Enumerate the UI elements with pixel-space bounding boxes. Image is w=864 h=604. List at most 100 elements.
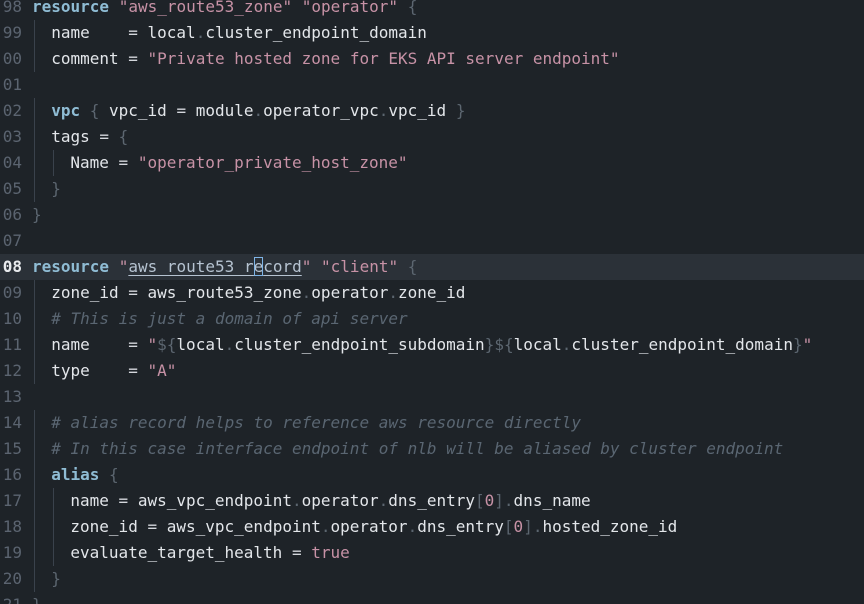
code-text[interactable]: type = "A" <box>51 358 176 384</box>
line-number: 04 <box>2 153 22 172</box>
code-line[interactable]: 11 name = "${local.cluster_endpoint_subdo… <box>0 332 864 358</box>
code-token: name <box>70 491 109 510</box>
code-text[interactable]: name = local.cluster_endpoint_domain <box>51 20 427 46</box>
line-number: 20 <box>2 569 22 588</box>
code-token: cluster_endpoint_domain <box>571 335 793 354</box>
code-line[interactable]: 14 # alias record helps to reference aws … <box>0 410 864 436</box>
code-token: { <box>89 101 100 120</box>
code-line[interactable]: 21} <box>0 592 864 604</box>
line-number: 05 <box>2 179 22 198</box>
indent-guide <box>53 488 55 514</box>
line-number: 06 <box>2 205 22 224</box>
code-text[interactable]: name = aws_vpc_endpoint.operator.dns_ent… <box>70 488 590 514</box>
code-text[interactable]: alias { <box>51 462 118 488</box>
code-token: . <box>320 517 331 536</box>
code-token: . <box>253 101 264 120</box>
code-line[interactable]: 01 <box>0 72 864 98</box>
line-number: 03 <box>2 127 22 146</box>
code-text[interactable]: resource "aws_route53_zone" "operator" { <box>32 0 417 20</box>
code-line[interactable]: 99 name = local.cluster_endpoint_domain <box>0 20 864 46</box>
code-token: } <box>32 595 42 604</box>
line-number: 14 <box>2 413 22 432</box>
code-line[interactable]: 04 Name = "operator_private_host_zone" <box>0 150 864 176</box>
indent-guide <box>34 46 35 72</box>
code-token: "A" <box>147 361 177 380</box>
code-token: . <box>561 335 572 354</box>
code-line[interactable]: 02 vpc { vpc_id = module.operator_vpc.vpc… <box>0 98 864 124</box>
code-line[interactable]: 06} <box>0 202 864 228</box>
code-token: " <box>301 257 312 276</box>
indent-guide <box>34 98 35 124</box>
code-line[interactable]: 08 resource "aws_route53_record" "client"… <box>0 254 864 280</box>
code-token: zone_id <box>398 283 466 302</box>
code-text[interactable]: resource "aws_route53_record" "client" { <box>32 254 417 280</box>
code-line[interactable]: 03 tags = { <box>0 124 864 150</box>
indent-guide <box>34 358 35 384</box>
code-line[interactable]: 19 evaluate_target_health = true <box>0 540 864 566</box>
code-text[interactable]: } <box>51 566 61 592</box>
line-number: 07 <box>2 231 22 250</box>
code-text[interactable]: evaluate_target_health = true <box>70 540 349 566</box>
code-line[interactable]: 17 name = aws_vpc_endpoint.operator.dns_e… <box>0 488 864 514</box>
code-line[interactable]: 18 zone_id = aws_vpc_endpoint.operator.dn… <box>0 514 864 540</box>
code-text[interactable]: } <box>32 592 42 604</box>
code-line[interactable]: 98 resource "aws_route53_zone" "operator"… <box>0 0 864 20</box>
code-token: "client" <box>321 257 399 276</box>
code-text[interactable]: comment = "Private hosted zone for EKS A… <box>51 46 619 72</box>
code-line[interactable]: 05} <box>0 176 864 202</box>
line-number: 98 <box>2 0 22 16</box>
code-token: = <box>108 491 138 510</box>
code-text[interactable]: zone_id = aws_route53_zone.operator.zone… <box>51 280 465 306</box>
code-token: zone_id <box>51 283 119 302</box>
code-token: dns_entry <box>417 517 504 536</box>
code-token: = <box>118 283 148 302</box>
code-text[interactable]: zone_id = aws_vpc_endpoint.operator.dns_… <box>70 514 677 540</box>
code-text[interactable]: # This is just a domain of api server <box>51 306 407 332</box>
code-token: aws_vpc_endpoint <box>137 491 292 510</box>
indent-guide <box>34 124 35 150</box>
line-number: 02 <box>2 101 22 120</box>
code-token: type <box>51 361 90 380</box>
code-text[interactable]: tags = { <box>51 124 128 150</box>
code-line[interactable]: 16 alias { <box>0 462 864 488</box>
line-number: 00 <box>2 49 22 68</box>
code-token: " <box>118 257 129 276</box>
code-text[interactable]: vpc { vpc_id = module.operator_vpc.vpc_i… <box>51 98 465 124</box>
code-token: "Private hosted zone for EKS API server … <box>147 49 620 68</box>
line-number: 19 <box>2 543 22 562</box>
code-line[interactable]: 09 zone_id = aws_route53_zone.operator.zo… <box>0 280 864 306</box>
code-text[interactable]: } <box>51 176 61 202</box>
code-line[interactable]: 07 <box>0 228 864 254</box>
code-token: . <box>301 283 312 302</box>
code-line[interactable]: 20} <box>0 566 864 592</box>
code-token: aws_route53_r <box>128 257 254 276</box>
code-token: Name <box>70 153 109 172</box>
line-number: 17 <box>2 491 22 510</box>
code-token: aws_route53_zone <box>147 283 302 302</box>
code-text[interactable]: # In this case interface endpoint of nlb… <box>51 436 783 462</box>
code-token: operator <box>330 517 408 536</box>
code-text[interactable]: # alias record helps to reference aws re… <box>51 410 581 436</box>
code-line[interactable]: 12 type = "A" <box>0 358 864 384</box>
code-editor[interactable]: 98 resource "aws_route53_zone" "operator"… <box>0 0 864 604</box>
code-token: = <box>89 127 119 146</box>
indent-guide <box>34 150 35 176</box>
indent-guide <box>34 514 35 540</box>
code-token: vpc_id <box>388 101 447 120</box>
code-token: " <box>147 335 158 354</box>
code-line[interactable]: 10 # This is just a domain of api server <box>0 306 864 332</box>
code-token: } <box>51 569 61 588</box>
code-text[interactable]: name = "${local.cluster_endpoint_subdoma… <box>51 332 812 358</box>
code-line[interactable]: 15 # In this case interface endpoint of n… <box>0 436 864 462</box>
code-line[interactable]: 00 comment = "Private hosted zone for EKS… <box>0 46 864 72</box>
code-text[interactable]: Name = "operator_private_host_zone" <box>70 150 407 176</box>
code-token: operator <box>311 283 389 302</box>
code-text[interactable]: } <box>32 202 42 228</box>
code-token: tags <box>51 127 90 146</box>
code-line[interactable]: 13 <box>0 384 864 410</box>
code-token: . <box>407 517 418 536</box>
